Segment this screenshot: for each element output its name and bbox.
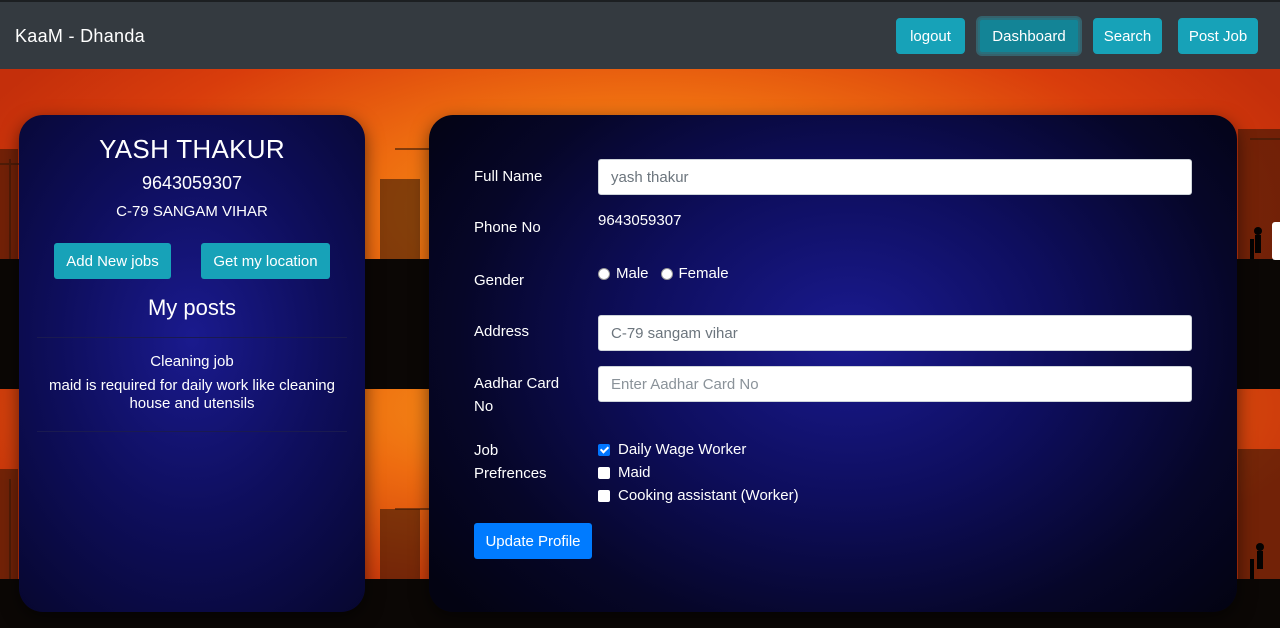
update-profile-button[interactable]: Update Profile <box>474 523 592 559</box>
gender-label: Gender <box>474 272 525 289</box>
address-input[interactable] <box>598 315 1192 351</box>
job-prefs-label-line1: Job <box>474 442 499 459</box>
daily-wage-checkbox[interactable] <box>598 443 610 456</box>
aadhar-label-line2: No <box>474 398 494 415</box>
phone-value: 9643059307 <box>598 212 682 229</box>
profile-name: YASH THAKUR <box>99 134 285 164</box>
daily-wage-label[interactable]: Daily Wage Worker <box>618 441 746 458</box>
maid-checkbox[interactable] <box>598 466 610 479</box>
job-pref-option[interactable]: Daily Wage Worker <box>598 441 746 458</box>
side-widget-tab[interactable] <box>1272 222 1280 260</box>
full-name-label: Full Name <box>474 168 543 185</box>
aadhar-input[interactable] <box>598 366 1192 402</box>
female-radio-label[interactable]: Female <box>679 265 729 282</box>
full-name-input[interactable] <box>598 159 1192 195</box>
post-job-button[interactable]: Post Job <box>1178 18 1258 54</box>
job-prefs-label: Job Prefrences <box>474 439 547 485</box>
male-radio[interactable] <box>598 267 610 280</box>
profile-phone: 9643059307 <box>141 173 243 193</box>
navbar: KaaM - Dhanda logout Dashboard Search Po… <box>0 0 1280 69</box>
post-title: Cleaning job <box>150 353 234 370</box>
job-pref-option[interactable]: Cooking assistant (Worker) <box>598 487 799 504</box>
profile-card: YASH THAKUR 9643059307 C-79 SANGAM VIHAR… <box>19 115 365 612</box>
aadhar-label-line1: Aadhar Card <box>474 375 560 392</box>
brand-title[interactable]: KaaM - Dhanda <box>15 26 145 47</box>
logout-button[interactable]: logout <box>896 18 965 54</box>
cooking-assistant-label[interactable]: Cooking assistant (Worker) <box>618 487 799 504</box>
profile-address: C-79 SANGAM VIHAR <box>116 203 268 220</box>
profile-form-card: Full Name Phone No 9643059307 Gender Mal… <box>429 115 1237 612</box>
job-prefs-label-line2: Prefrences <box>474 465 547 482</box>
female-radio[interactable] <box>660 267 673 280</box>
posts-divider-top <box>37 337 347 338</box>
aadhar-label: Aadhar Card No <box>474 372 559 418</box>
get-location-button[interactable]: Get my location <box>201 243 330 279</box>
dashboard-button[interactable]: Dashboard <box>978 18 1080 54</box>
male-radio-label[interactable]: Male <box>616 265 649 282</box>
add-new-jobs-button[interactable]: Add New jobs <box>54 243 171 279</box>
my-posts-heading: My posts <box>147 295 237 320</box>
post-description: maid is required for daily work like cle… <box>49 377 335 412</box>
list-item: Cleaning job maid is required for daily … <box>39 353 345 413</box>
job-pref-option[interactable]: Maid <box>598 464 651 481</box>
maid-label[interactable]: Maid <box>618 464 651 481</box>
address-label: Address <box>474 323 530 340</box>
phone-label: Phone No <box>474 219 541 236</box>
search-button[interactable]: Search <box>1093 18 1162 54</box>
posts-divider-bottom <box>37 431 347 432</box>
cooking-assistant-checkbox[interactable] <box>598 489 610 502</box>
gender-radio-group: Male Female <box>598 265 741 282</box>
